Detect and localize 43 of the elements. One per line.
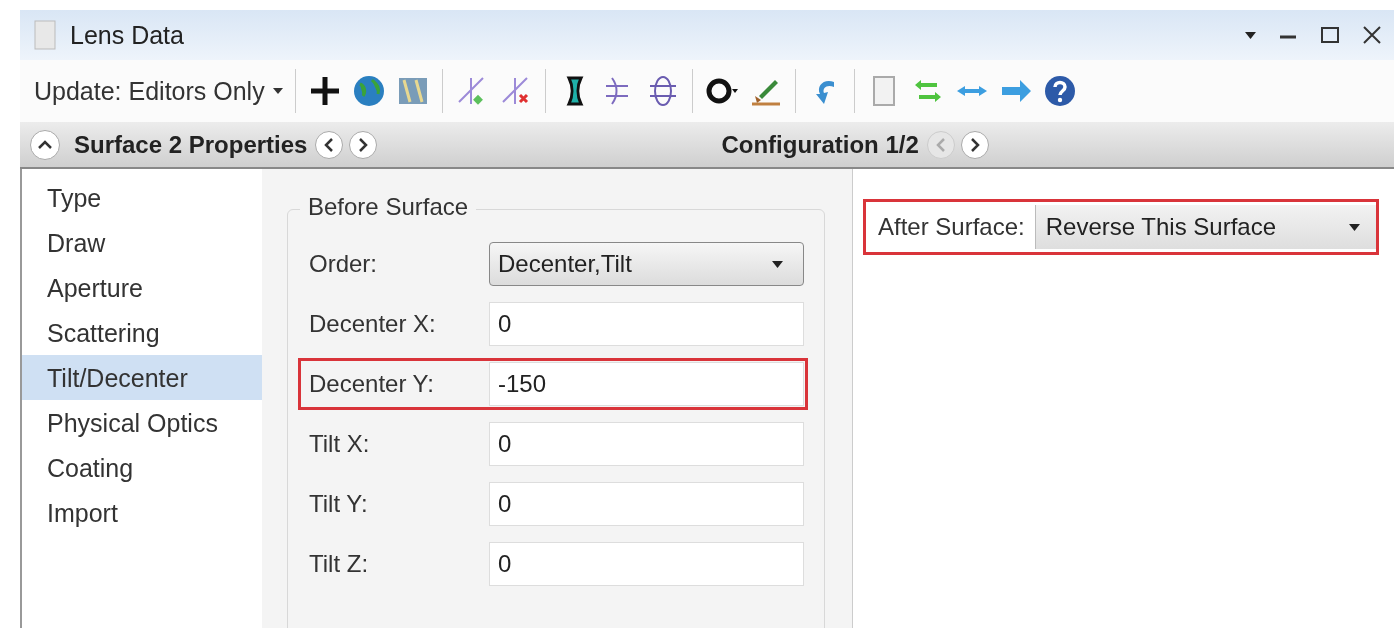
help-icon[interactable] xyxy=(1042,74,1077,108)
input-field[interactable]: 0 xyxy=(489,542,804,586)
maximize-icon[interactable] xyxy=(1320,25,1340,45)
input-field[interactable]: 0 xyxy=(489,422,804,466)
chevron-left-icon xyxy=(935,137,946,152)
window-title: Lens Data xyxy=(70,20,184,50)
chevron-left-icon xyxy=(324,137,335,152)
sidebar-item[interactable]: Import xyxy=(22,490,262,535)
close-icon[interactable] xyxy=(1362,25,1382,45)
input-field[interactable]: -150 xyxy=(489,362,804,406)
previous-surface-button[interactable] xyxy=(315,130,344,159)
field-label: Order: xyxy=(308,250,378,278)
collapse-icon[interactable] xyxy=(30,129,60,160)
caret-icon xyxy=(772,260,783,268)
field-label: After Surface: xyxy=(878,213,1025,241)
chevron-right-icon xyxy=(358,137,369,152)
next-surface-button[interactable] xyxy=(349,130,378,159)
configuration-label: Configuration 1/2 xyxy=(721,130,919,159)
next-config-button[interactable] xyxy=(960,130,989,159)
sidebar-item[interactable]: Draw xyxy=(22,220,262,265)
window-menu-icon xyxy=(1245,31,1256,39)
sidebar-item[interactable]: Physical Optics xyxy=(22,400,262,445)
chevron-right-icon xyxy=(969,137,980,152)
caret-icon xyxy=(272,88,283,94)
sidebar-item[interactable]: Tilt/Decenter xyxy=(22,355,262,400)
field-label: Tilt X: xyxy=(308,430,371,458)
input-field[interactable]: 0 xyxy=(489,482,804,526)
caret-icon xyxy=(1349,223,1360,231)
after-surface-dropdown[interactable]: Reverse This Surface xyxy=(1034,205,1376,249)
properties-title: Surface 2 Properties xyxy=(74,130,308,159)
sidebar-item[interactable]: Scattering xyxy=(22,310,262,355)
input-field[interactable]: 0 xyxy=(489,302,804,346)
update-dropdown[interactable]: Update: Editors Only xyxy=(34,76,283,106)
field-label: Tilt Z: xyxy=(308,550,370,578)
globe-icon[interactable] xyxy=(351,74,386,108)
field-label: Decenter X: xyxy=(308,310,437,338)
field-label: Tilt Y: xyxy=(308,490,369,518)
sidebar-item[interactable]: Aperture xyxy=(22,265,262,310)
order-dropdown[interactable]: Decenter,Tilt xyxy=(489,242,804,286)
document-icon xyxy=(34,20,56,50)
sidebar-item[interactable]: Coating xyxy=(22,445,262,490)
sidebar-item[interactable]: Type xyxy=(22,175,262,220)
field-label: Decenter Y: xyxy=(308,370,435,398)
